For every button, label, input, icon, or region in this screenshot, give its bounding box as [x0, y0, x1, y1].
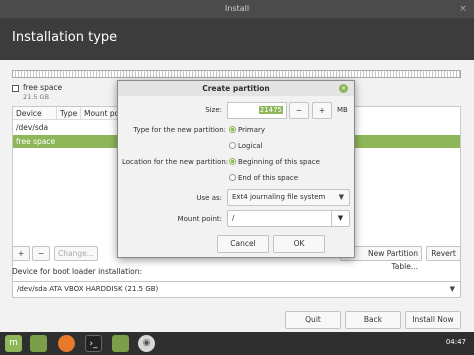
mount-point-label: Mount point: [177, 215, 222, 223]
close-icon[interactable]: × [458, 4, 468, 14]
close-icon[interactable]: × [339, 84, 348, 93]
bootloader-select[interactable]: /dev/sda ATA VBOX HARDDISK (21.5 GB) ▼ [12, 281, 461, 298]
location-label: Location for the new partition: [122, 158, 229, 166]
radio-logical[interactable]: Logical [229, 142, 263, 150]
page-header: Installation type [0, 18, 474, 60]
legend-size: 21.5 GB [23, 93, 50, 101]
size-increase-button[interactable]: + [312, 102, 332, 119]
remove-partition-button[interactable]: − [32, 246, 50, 261]
installer-disc-icon[interactable]: ◉ [138, 335, 155, 352]
mount-point-value: / [232, 214, 235, 222]
clock[interactable]: 04:47 [446, 338, 466, 346]
radio-dot [229, 142, 236, 149]
firefox-icon[interactable] [58, 335, 75, 352]
install-now-button[interactable]: Install Now [405, 311, 461, 329]
page-title: Installation type [12, 30, 118, 45]
legend-name: free space [23, 83, 63, 92]
size-value: 21475 [258, 106, 283, 114]
dialog-title: Create partition [118, 81, 354, 96]
size-unit: MB [337, 106, 348, 114]
chevron-down-icon[interactable]: ▼ [331, 211, 349, 226]
window-titlebar: Install × [0, 0, 474, 18]
radio-label: End of this space [238, 174, 299, 182]
size-input[interactable]: 21475 [227, 102, 287, 119]
radio-label: Logical [238, 142, 263, 150]
use-as-label: Use as: [196, 194, 222, 202]
bootloader-label: Device for boot loader installation: [12, 267, 143, 276]
column-header-device[interactable]: Device [13, 107, 57, 120]
radio-dot [229, 174, 236, 181]
files-icon[interactable] [112, 335, 129, 352]
radio-label: Beginning of this space [238, 158, 320, 166]
disk-usage-bar [12, 70, 461, 78]
quit-button[interactable]: Quit [285, 311, 341, 329]
cancel-button[interactable]: Cancel [217, 235, 269, 253]
radio-end[interactable]: End of this space [229, 174, 298, 182]
size-label: Size: [205, 106, 222, 114]
terminal-icon[interactable]: ›_ [85, 335, 102, 352]
radio-label: Primary [238, 126, 266, 134]
partition-type-label: Type for the new partition: [133, 126, 226, 134]
revert-button[interactable]: Revert [426, 246, 461, 261]
bootloader-value: /dev/sda ATA VBOX HARDDISK (21.5 GB) [17, 285, 159, 293]
chevron-down-icon: ▼ [449, 285, 455, 293]
size-decrease-button[interactable]: − [289, 102, 309, 119]
mount-point-combo[interactable]: / ▼ [227, 210, 350, 227]
back-button[interactable]: Back [345, 311, 401, 329]
use-as-select[interactable]: Ext4 journaling file system ▼ [227, 189, 350, 206]
mint-menu-icon[interactable]: m [5, 335, 22, 352]
create-partition-dialog: Create partition × Size: 21475 − + MB Ty… [117, 80, 355, 258]
use-as-value: Ext4 journaling file system [232, 193, 326, 201]
add-partition-button[interactable]: + [12, 246, 30, 261]
change-partition-button[interactable]: Change... [54, 246, 98, 261]
radio-dot-selected [229, 126, 236, 133]
taskbar: m ›_ ◉ 04:47 [0, 332, 474, 355]
window-title: Install [224, 4, 250, 13]
chevron-down-icon: ▼ [338, 193, 344, 201]
radio-dot-selected [229, 158, 236, 165]
radio-beginning[interactable]: Beginning of this space [229, 158, 320, 166]
ok-button[interactable]: OK [273, 235, 325, 253]
column-header-type[interactable]: Type [57, 107, 81, 120]
radio-primary[interactable]: Primary [229, 126, 265, 134]
free-space-swatch [12, 85, 19, 92]
folder-icon[interactable] [30, 335, 47, 352]
